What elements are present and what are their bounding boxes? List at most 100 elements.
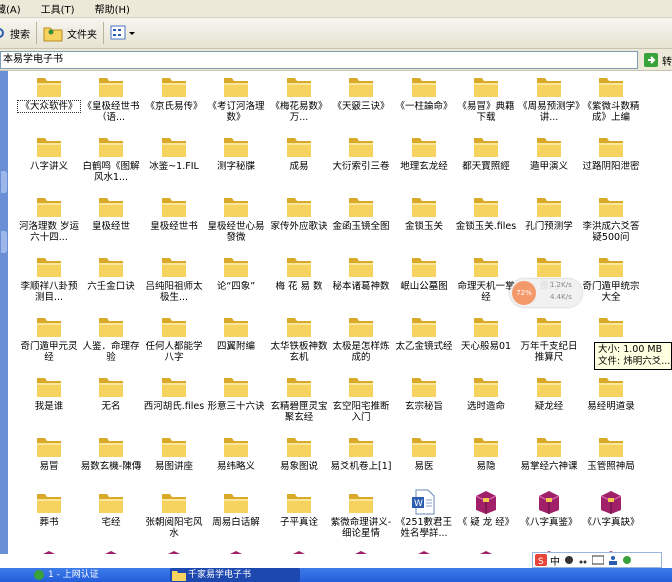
file-item[interactable]: 《 疑 龙 经》: [455, 489, 517, 528]
moon-icon[interactable]: [564, 555, 574, 565]
task-pane-tab[interactable]: [1, 171, 7, 193]
file-item[interactable]: [455, 549, 517, 554]
file-item[interactable]: 李洪成六爻答疑500问: [580, 193, 642, 243]
ime-toolbar[interactable]: S 中: [532, 552, 662, 568]
file-item[interactable]: 玄空阳宅推断入门: [330, 373, 392, 423]
file-item[interactable]: [580, 313, 642, 341]
file-item[interactable]: 白鹤鸣《图解风水1...: [80, 133, 142, 183]
file-item[interactable]: 选时造命: [455, 373, 517, 412]
file-item[interactable]: 家传外应歌诀: [268, 193, 330, 232]
file-item[interactable]: 《八字真鉴》: [518, 489, 580, 528]
task-pane-tab[interactable]: [1, 231, 7, 253]
settings-icon[interactable]: [622, 555, 632, 565]
folders-button[interactable]: 文件夹: [43, 24, 97, 42]
ime-mode[interactable]: 中: [550, 553, 560, 568]
file-item[interactable]: 遁甲演义: [518, 133, 580, 172]
file-item[interactable]: 人鉴．命理存验: [80, 313, 142, 363]
file-item[interactable]: 玄精碧匣灵宝聚玄经: [268, 373, 330, 423]
user-icon[interactable]: [608, 555, 618, 565]
file-item[interactable]: 李顺祥八卦预测目...: [18, 253, 80, 303]
file-item[interactable]: 天心般易01: [455, 313, 517, 352]
file-item[interactable]: 皇极经世书: [143, 193, 205, 232]
file-item[interactable]: 易经明道录: [580, 373, 642, 412]
file-item[interactable]: 《梅花易数》万...: [268, 73, 330, 123]
file-item[interactable]: 易掌经六神课: [518, 433, 580, 472]
file-item[interactable]: [143, 549, 205, 554]
file-item[interactable]: 形意三十六诀: [205, 373, 267, 412]
file-item[interactable]: 测字秘牒: [205, 133, 267, 172]
file-item[interactable]: 周易白话解: [205, 489, 267, 528]
file-item[interactable]: 奇门遁甲统宗大全: [580, 253, 642, 303]
file-item[interactable]: 易爻机卷上[1]: [330, 433, 392, 472]
file-item[interactable]: 六壬金口诀: [80, 253, 142, 292]
file-item[interactable]: 易象图说: [268, 433, 330, 472]
file-item[interactable]: 任何人都能学八字: [143, 313, 205, 363]
file-item[interactable]: 岷山公墓图: [393, 253, 455, 292]
search-button[interactable]: 搜索: [0, 26, 30, 41]
file-item[interactable]: 万年千支纪日推算尺: [518, 313, 580, 363]
menu-favorites[interactable]: 收藏(A): [0, 1, 21, 16]
file-item[interactable]: 都天寶照經: [455, 133, 517, 172]
file-item[interactable]: 成易: [268, 133, 330, 172]
file-item[interactable]: 河洛理数 岁运六十四...: [18, 193, 80, 243]
file-item[interactable]: 太华铁板神数玄机: [268, 313, 330, 363]
file-item[interactable]: 《考订河洛理数》: [205, 73, 267, 123]
file-item[interactable]: 太极是怎样炼成的: [330, 313, 392, 363]
file-item[interactable]: 《天竅三诀》: [330, 73, 392, 112]
punctuation-icon[interactable]: [578, 555, 588, 565]
file-item[interactable]: 玄宗秘旨: [393, 373, 455, 412]
file-item[interactable]: 我是谁: [18, 373, 80, 412]
file-item[interactable]: 玉管照神局: [580, 433, 642, 472]
file-item[interactable]: [18, 549, 80, 554]
file-item[interactable]: 子平真诠: [268, 489, 330, 528]
file-item[interactable]: 奇门遁甲元灵经: [18, 313, 80, 363]
file-item[interactable]: 《皇极经世书（语...: [80, 73, 142, 123]
file-item[interactable]: 葬书: [18, 489, 80, 528]
file-item[interactable]: 《紫微斗数精成》上编: [580, 73, 642, 123]
file-item[interactable]: 《一柱論命》: [393, 73, 455, 112]
file-item[interactable]: 梅 花 易 数: [268, 253, 330, 292]
file-item[interactable]: [205, 549, 267, 554]
keyboard-icon[interactable]: [592, 555, 604, 565]
file-item[interactable]: 论“四象”: [205, 253, 267, 292]
file-item[interactable]: 无名: [80, 373, 142, 412]
file-item[interactable]: 孔门预测学: [518, 193, 580, 232]
menu-help[interactable]: 帮助(H): [95, 1, 130, 16]
file-item[interactable]: 金锁玉关.files: [455, 193, 517, 232]
file-item[interactable]: 太乙金镜式经: [393, 313, 455, 352]
file-item[interactable]: 易医: [393, 433, 455, 472]
file-item[interactable]: 易数玄機-陳傳: [80, 433, 142, 472]
file-item[interactable]: 秘本诸葛神数: [330, 253, 392, 292]
file-item[interactable]: [80, 549, 142, 554]
file-item[interactable]: 皇极经世心易發微: [205, 193, 267, 243]
file-item[interactable]: 《大众软件》: [17, 73, 81, 113]
network-meter[interactable]: 72% 1.2K/s 4.4K/s: [510, 279, 582, 307]
address-input[interactable]: 本易学电子书: [0, 51, 638, 69]
file-item[interactable]: W 《251數君王姓名學詳...: [393, 489, 455, 539]
file-item[interactable]: 皇极经世: [80, 193, 142, 232]
file-item[interactable]: 地理玄龙经: [393, 133, 455, 172]
file-item[interactable]: 易纬略义: [205, 433, 267, 472]
file-item[interactable]: 易隐: [455, 433, 517, 472]
file-item[interactable]: 过路阴阳泄密: [580, 133, 642, 172]
file-item[interactable]: 四翼附编: [205, 313, 267, 352]
taskbar-item-active[interactable]: 千家易学电子书: [170, 568, 300, 582]
file-item[interactable]: [393, 549, 455, 554]
file-item[interactable]: 命理天机一掌经: [455, 253, 517, 303]
views-button[interactable]: [110, 24, 136, 42]
file-item[interactable]: 金锁玉关: [393, 193, 455, 232]
file-item[interactable]: 《易冒》典籍下载: [455, 73, 517, 123]
file-item[interactable]: 冰鉴~1.FIL: [143, 133, 205, 172]
file-item[interactable]: 吕纯阳祖师太极生...: [143, 253, 205, 303]
file-item[interactable]: 《周易预测学》讲...: [518, 73, 580, 123]
file-item[interactable]: 八字讲义: [18, 133, 80, 172]
file-item[interactable]: 《八字真訣》: [580, 489, 642, 528]
file-item[interactable]: [330, 549, 392, 554]
file-item[interactable]: 疑龙经: [518, 373, 580, 412]
taskbar-item[interactable]: 1 - 上网认证: [30, 568, 140, 582]
file-item[interactable]: [268, 549, 330, 554]
file-item[interactable]: 西河胡氏.files: [143, 373, 205, 412]
file-item[interactable]: 易冒: [18, 433, 80, 472]
go-button[interactable]: 转: [644, 51, 672, 69]
file-item[interactable]: 《京氏易传》: [143, 73, 205, 112]
